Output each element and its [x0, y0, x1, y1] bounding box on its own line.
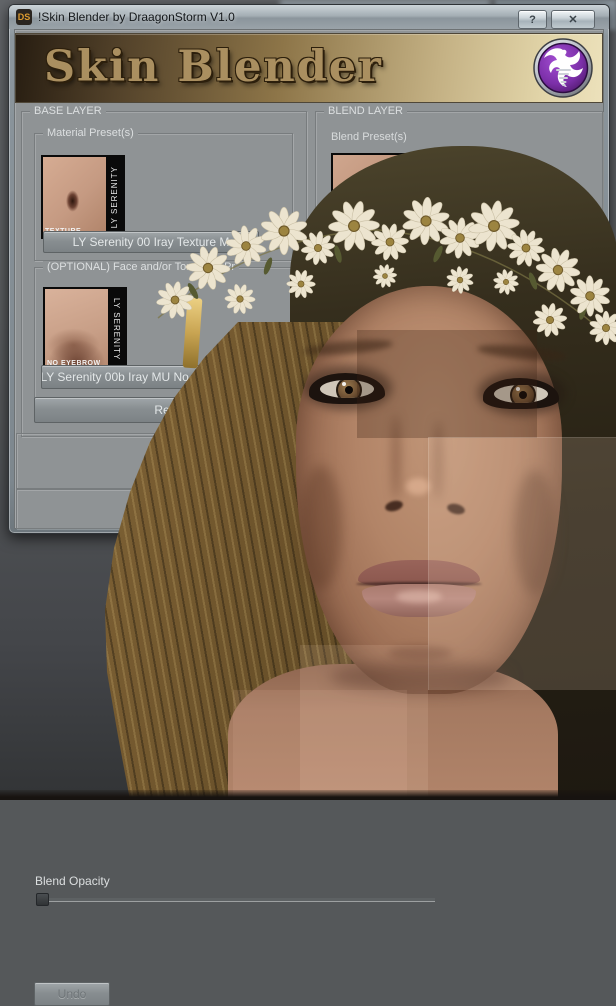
- blend-preset-thumbnail: [331, 153, 415, 237]
- banner: Skin Blender: [15, 33, 603, 103]
- blend-opacity-slider-handle[interactable]: [36, 893, 49, 906]
- blend-opacity-label: Blend Opacity: [35, 874, 110, 888]
- texture-thumbnail-side-strip: LY SERENITY: [106, 157, 123, 237]
- undo-panel: Undo: [16, 489, 604, 529]
- blend-opacity-slider-track[interactable]: [47, 898, 435, 902]
- blend-thumbnail-image: [333, 155, 413, 235]
- blend-layer-label: BLEND LAYER: [324, 105, 407, 117]
- close-button[interactable]: ✕: [551, 10, 595, 29]
- texture-thumbnail-image: TEXTURE: [43, 157, 106, 237]
- blend-opacity-group: Blend Opacity: [16, 433, 604, 489]
- no-eyebrow-thumbnail-side-label: LY SERENITY: [112, 298, 121, 360]
- texture-preset-button[interactable]: LY Serenity 00 Iray Texture M: [43, 231, 259, 253]
- optional-presets-label: (OPTIONAL) Face and/or Torso/Hip Pr: [43, 261, 239, 273]
- texture-preset-thumbnail: TEXTURE LY SERENITY: [41, 155, 125, 239]
- banner-title: Skin Blender: [44, 42, 383, 92]
- blend-presets-label: Blend Preset(s): [331, 131, 407, 143]
- no-eyebrow-thumbnail-image: NO EYEBROW: [45, 289, 108, 369]
- texture-thumbnail-side-label: LY SERENITY: [110, 166, 119, 228]
- skin-blender-dialog: DS !Skin Blender by DraagonStorm V1.0 ? …: [8, 4, 610, 534]
- no-eyebrow-preset-button[interactable]: LY Serenity 00b Iray MU No Brow: [41, 365, 219, 389]
- title-bar[interactable]: DS !Skin Blender by DraagonStorm V1.0 ? …: [9, 5, 609, 29]
- material-presets-label: Material Preset(s): [43, 127, 138, 139]
- render-button[interactable]: Re: [34, 397, 290, 423]
- no-eyebrow-preset-thumbnail: NO EYEBROW LY SERENITY: [43, 287, 127, 371]
- no-eyebrow-thumbnail-side-strip: LY SERENITY: [108, 289, 125, 369]
- base-layer-label: BASE LAYER: [30, 105, 106, 117]
- app-icon: DS: [16, 9, 32, 25]
- help-button[interactable]: ?: [518, 10, 547, 29]
- bottom-dark-bar: [0, 790, 616, 800]
- dragon-logo-icon: [532, 37, 594, 99]
- window-title: !Skin Blender by DraagonStorm V1.0: [38, 10, 235, 24]
- undo-button[interactable]: Undo: [34, 982, 110, 1006]
